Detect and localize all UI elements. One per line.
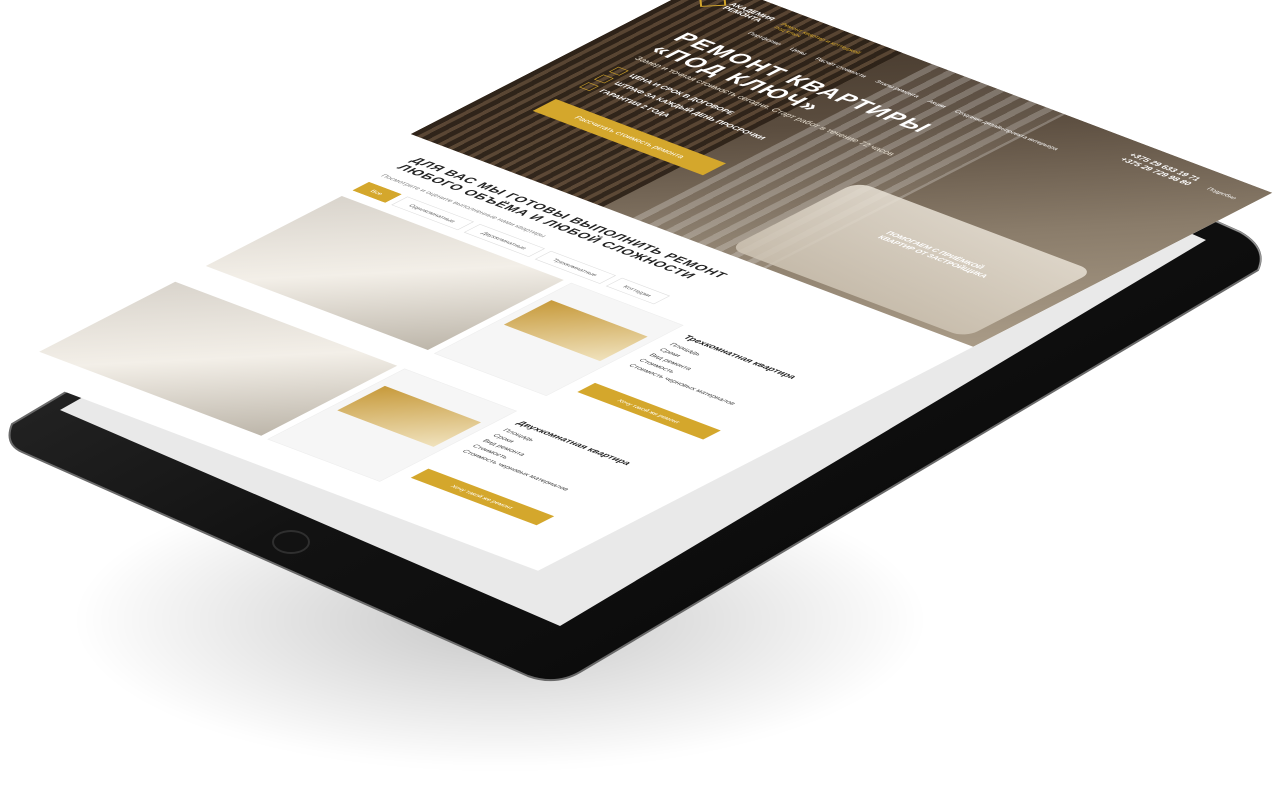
tablet-device: АКАДЕМИЯ РЕМОНТА Ремонт квартир и коттед… xyxy=(0,0,1273,795)
home-button[interactable] xyxy=(272,530,310,554)
tab-all[interactable]: Все xyxy=(352,181,402,203)
logo-icon xyxy=(699,0,727,7)
plan-thumbnail xyxy=(503,300,648,362)
callback-link[interactable]: Подробно xyxy=(1205,186,1239,200)
plan-thumbnail xyxy=(337,385,482,447)
